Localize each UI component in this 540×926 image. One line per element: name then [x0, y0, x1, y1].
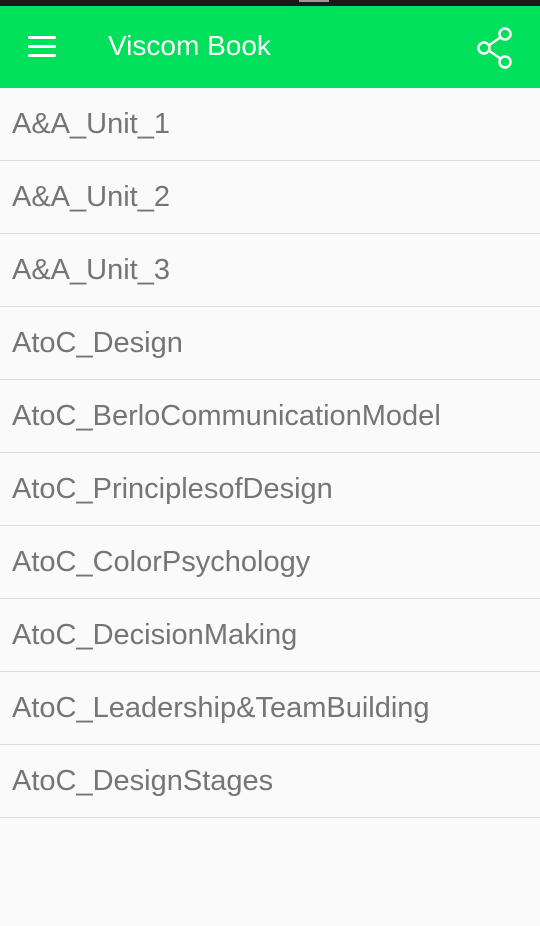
share-icon-graphic: [477, 27, 512, 69]
chapter-list: A&A_Unit_1 A&A_Unit_2 A&A_Unit_3 AtoC_De…: [0, 88, 540, 818]
list-item[interactable]: AtoC_PrinciplesofDesign: [0, 453, 540, 526]
list-item-label: AtoC_DecisionMaking: [12, 619, 298, 651]
list-item-label: A&A_Unit_1: [12, 108, 170, 140]
app-title: Viscom Book: [108, 30, 271, 61]
list-item[interactable]: AtoC_ColorPsychology: [0, 526, 540, 599]
list-item[interactable]: AtoC_DecisionMaking: [0, 599, 540, 672]
list-item[interactable]: A&A_Unit_2: [0, 161, 540, 234]
share-icon[interactable]: [470, 22, 522, 72]
list-item-label: AtoC_DesignStages: [12, 765, 274, 797]
menu-bar-line: [28, 45, 56, 48]
list-item-label: A&A_Unit_3: [12, 254, 170, 286]
menu-bar-line: [28, 36, 56, 39]
list-item-label: AtoC_BerloCommunicationModel: [12, 400, 441, 432]
hamburger-menu-icon[interactable]: [14, 24, 70, 70]
list-item-label: AtoC_Leadership&TeamBuilding: [12, 692, 430, 724]
menu-bar-line: [28, 54, 56, 57]
list-item[interactable]: AtoC_DesignStages: [0, 745, 540, 818]
app-bar: Viscom Book: [0, 6, 540, 88]
list-item-label: AtoC_Design: [12, 327, 183, 359]
list-item-label: A&A_Unit_2: [12, 181, 170, 213]
list-item[interactable]: A&A_Unit_3: [0, 234, 540, 307]
list-item-label: AtoC_ColorPsychology: [12, 546, 311, 578]
list-item[interactable]: A&A_Unit_1: [0, 88, 540, 161]
status-indicator: [299, 0, 329, 2]
list-item[interactable]: AtoC_BerloCommunicationModel: [0, 380, 540, 453]
list-item-label: AtoC_PrinciplesofDesign: [12, 473, 333, 505]
list-item[interactable]: AtoC_Leadership&TeamBuilding: [0, 672, 540, 745]
list-item[interactable]: AtoC_Design: [0, 307, 540, 380]
